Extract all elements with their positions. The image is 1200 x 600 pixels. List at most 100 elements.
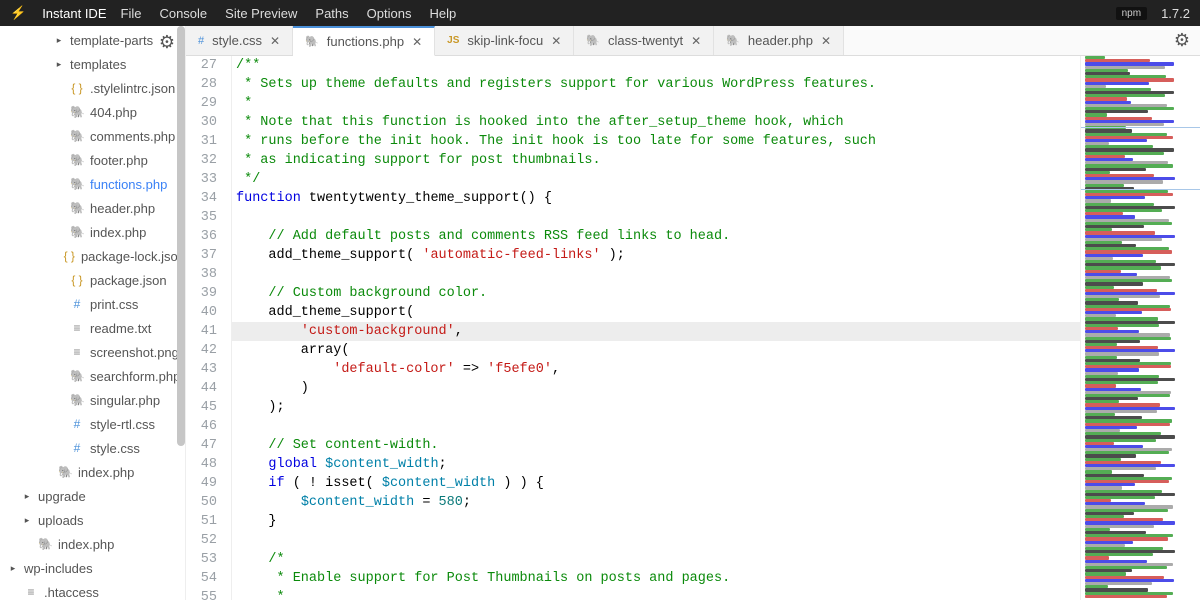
code-line[interactable]: // Add default posts and comments RSS fe… xyxy=(232,227,1080,246)
php-icon: 🐘 xyxy=(586,34,600,47)
code-line[interactable]: add_theme_support( xyxy=(232,303,1080,322)
code-line[interactable]: */ xyxy=(232,170,1080,189)
tree-item-wp-includes[interactable]: ▸wp-includes xyxy=(0,556,185,580)
hash-icon: # xyxy=(70,441,84,455)
file-icon: ≡ xyxy=(24,585,38,599)
tab-header-php[interactable]: 🐘header.php✕ xyxy=(714,26,844,55)
tree-item-404-php[interactable]: 🐘404.php xyxy=(0,100,185,124)
line-number: 54 xyxy=(186,569,217,588)
close-icon[interactable]: ✕ xyxy=(821,34,831,48)
tab-skip-link-focu[interactable]: JSskip-link-focu✕ xyxy=(435,26,574,55)
close-icon[interactable]: ✕ xyxy=(551,34,561,48)
code-line[interactable]: /* xyxy=(232,550,1080,569)
menu-item-help[interactable]: Help xyxy=(429,6,456,21)
minimap-viewport-bottom[interactable] xyxy=(1081,189,1200,190)
tree-item-label: comments.php xyxy=(90,129,175,144)
line-number: 45 xyxy=(186,398,217,417)
tree-item-comments-php[interactable]: 🐘comments.php xyxy=(0,124,185,148)
menu-item-console[interactable]: Console xyxy=(159,6,207,21)
code-line[interactable]: 'custom-background', xyxy=(232,322,1080,341)
line-number: 55 xyxy=(186,588,217,600)
php-icon: 🐘 xyxy=(70,177,84,191)
minimap-row xyxy=(1085,595,1167,598)
tree-item--stylelintrc-json[interactable]: { }.stylelintrc.json xyxy=(0,76,185,100)
tree-item-searchform-php[interactable]: 🐘searchform.php xyxy=(0,364,185,388)
tree-item-uploads[interactable]: ▸uploads xyxy=(0,508,185,532)
tree-item-index-php[interactable]: 🐘index.php xyxy=(0,532,185,556)
php-icon: 🐘 xyxy=(38,537,52,551)
tree-item-templates[interactable]: ▸templates xyxy=(0,52,185,76)
code-line[interactable]: $content_width = 580; xyxy=(232,493,1080,512)
code-line[interactable]: global $content_width; xyxy=(232,455,1080,474)
tree-item-label: .stylelintrc.json xyxy=(90,81,175,96)
tree-item-header-php[interactable]: 🐘header.php xyxy=(0,196,185,220)
code-line[interactable]: 'default-color' => 'f5efe0', xyxy=(232,360,1080,379)
code-line[interactable]: /** xyxy=(232,56,1080,75)
tab-settings-gear-icon[interactable]: ⚙ xyxy=(1164,26,1200,55)
npm-badge[interactable]: npm xyxy=(1116,7,1147,20)
tab-label: class-twentyt xyxy=(608,33,683,48)
tree-item--htaccess[interactable]: ≡.htaccess xyxy=(0,580,185,600)
hash-icon: # xyxy=(70,297,84,311)
tab-functions-php[interactable]: 🐘functions.php✕ xyxy=(293,26,435,56)
menu-item-options[interactable]: Options xyxy=(367,6,412,21)
code-line[interactable] xyxy=(232,531,1080,550)
code-line[interactable]: array( xyxy=(232,341,1080,360)
tree-item-package-json[interactable]: { }package.json xyxy=(0,268,185,292)
line-number: 27 xyxy=(186,56,217,75)
tab-class-twentyt[interactable]: 🐘 class-twentyt ✕ xyxy=(574,26,714,55)
code-line[interactable]: add_theme_support( 'automatic-feed-links… xyxy=(232,246,1080,265)
tree-item-template-parts[interactable]: ▸template-parts xyxy=(0,28,185,52)
braces-icon: { } xyxy=(64,249,75,263)
tree-item-label: upgrade xyxy=(38,489,86,504)
minimap-viewport-top[interactable] xyxy=(1081,127,1200,128)
code-line[interactable]: } xyxy=(232,512,1080,531)
line-number: 28 xyxy=(186,75,217,94)
menu-item-file[interactable]: File xyxy=(121,6,142,21)
code-line[interactable]: * xyxy=(232,588,1080,600)
tree-item-index-php[interactable]: 🐘index.php xyxy=(0,220,185,244)
sidebar-scrollbar[interactable] xyxy=(177,26,185,446)
editor-pane: #style.css✕🐘functions.php✕JSskip-link-fo… xyxy=(186,26,1200,600)
code-line[interactable]: function twentytwenty_theme_support() { xyxy=(232,189,1080,208)
php-icon: 🐘 xyxy=(70,153,84,167)
code-line[interactable]: * Sets up theme defaults and registers s… xyxy=(232,75,1080,94)
tree-item-functions-php[interactable]: 🐘functions.php xyxy=(0,172,185,196)
tree-item-screenshot-png[interactable]: ≡screenshot.png xyxy=(0,340,185,364)
menu-item-site-preview[interactable]: Site Preview xyxy=(225,6,297,21)
tree-item-label: readme.txt xyxy=(90,321,151,336)
tree-item-singular-php[interactable]: 🐘singular.php xyxy=(0,388,185,412)
line-number: 50 xyxy=(186,493,217,512)
tree-item-style-css[interactable]: #style.css xyxy=(0,436,185,460)
tree-item-index-php[interactable]: 🐘index.php xyxy=(0,460,185,484)
code-line[interactable] xyxy=(232,417,1080,436)
tree-item-footer-php[interactable]: 🐘footer.php xyxy=(0,148,185,172)
code-editor[interactable]: /** * Sets up theme defaults and registe… xyxy=(232,56,1080,600)
version-label: 1.7.2 xyxy=(1161,6,1190,21)
close-icon[interactable]: ✕ xyxy=(691,34,701,48)
minimap[interactable] xyxy=(1080,56,1200,600)
code-line[interactable]: * runs before the init hook. The init ho… xyxy=(232,132,1080,151)
close-icon[interactable]: ✕ xyxy=(270,34,280,48)
code-line[interactable]: * xyxy=(232,94,1080,113)
code-line[interactable] xyxy=(232,265,1080,284)
code-line[interactable]: if ( ! isset( $content_width ) ) { xyxy=(232,474,1080,493)
tree-item-package-lock-json[interactable]: { }package-lock.json xyxy=(0,244,185,268)
tree-item-print-css[interactable]: #print.css xyxy=(0,292,185,316)
code-line[interactable]: // Set content-width. xyxy=(232,436,1080,455)
tab-style-css[interactable]: #style.css✕ xyxy=(186,26,293,55)
code-line[interactable]: // Custom background color. xyxy=(232,284,1080,303)
code-line[interactable]: ); xyxy=(232,398,1080,417)
code-line[interactable]: * as indicating support for post thumbna… xyxy=(232,151,1080,170)
code-line[interactable]: ) xyxy=(232,379,1080,398)
tree-item-style-rtl-css[interactable]: #style-rtl.css xyxy=(0,412,185,436)
code-line[interactable]: * Enable support for Post Thumbnails on … xyxy=(232,569,1080,588)
tree-item-readme-txt[interactable]: ≡readme.txt xyxy=(0,316,185,340)
menu-item-paths[interactable]: Paths xyxy=(315,6,348,21)
close-icon[interactable]: ✕ xyxy=(412,35,422,49)
tree-item-upgrade[interactable]: ▸upgrade xyxy=(0,484,185,508)
gear-icon[interactable]: ⚙ xyxy=(159,32,175,53)
code-line[interactable]: * Note that this function is hooked into… xyxy=(232,113,1080,132)
tree-item-label: package.json xyxy=(90,273,167,288)
code-line[interactable] xyxy=(232,208,1080,227)
